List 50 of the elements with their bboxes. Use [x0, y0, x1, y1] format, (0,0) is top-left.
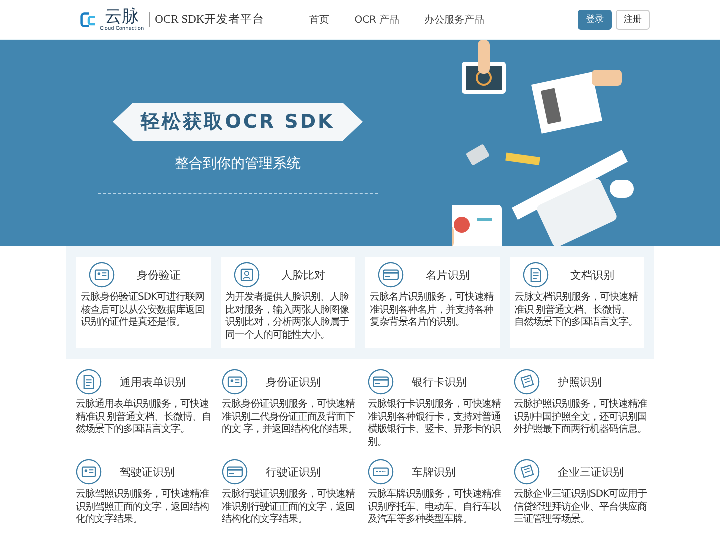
product-title: 身份验证 — [137, 268, 181, 282]
nav-link[interactable]: OCR 产品 — [354, 10, 400, 28]
product-description: 云脉文档识别服务，可快速精准识 别普通文档、长微博、自然场景下的多国语言文字。 — [514, 292, 639, 330]
product-description: 云脉车牌识别服务，可快速精准识别摩托车、电动车、自行车以及汽车等多种类型车牌。 — [368, 489, 502, 526]
card-icon — [222, 459, 248, 485]
logo-name: 云脉 — [105, 8, 140, 26]
product-card[interactable]: 文档识别 云脉文档识别服务，可快速精准识 别普通文档、长微博、自然场景下的多国语言文字。 — [510, 257, 644, 348]
product-description: 云脉名片识别服务，可快速精准识别各种名片，并支持各种复杂背景名片的识别。 — [370, 292, 494, 330]
license-plate-icon — [368, 459, 394, 485]
product-description: 云脉银行卡识别服务，可快速精准识别各种银行卡，支持对普通横版银行卡、竖卡、异形卡的识别。 — [368, 399, 502, 449]
register-button[interactable]: 注册 — [616, 10, 650, 30]
id-card-icon — [76, 459, 102, 485]
banner-title: 轻松获取OCR SDK — [113, 103, 363, 141]
product-title: 企业三证识别 — [558, 464, 624, 480]
product-title: 通用表单识别 — [120, 374, 186, 390]
product-card[interactable]: 名片识别 云脉名片识别服务，可快速精准识别各种名片，并支持各种复杂背景名片的识别。 — [365, 257, 500, 348]
card-icon — [378, 262, 404, 288]
passport-icon — [514, 369, 540, 395]
banner-subtitle: 整合到你的管理系统 — [175, 155, 301, 173]
document-icon — [522, 262, 548, 288]
login-button[interactable]: 登录 — [578, 10, 612, 30]
product-title: 护照识别 — [558, 374, 602, 390]
card-icon — [368, 369, 394, 395]
site-title: OCR SDK开发者平台 — [149, 12, 265, 27]
product-card[interactable]: 人脸比对 为开发者提供人脸识别、人脸比对服务，输入两张人脸图像识别比对，分析两张人脸属于同一个人的可能性大小。 — [220, 257, 355, 348]
product-description: 云脉驾照识别服务，可快速精准识别驾照正面的文字，返回结构化的文字结果。 — [76, 489, 210, 526]
product-card[interactable]: 身份验证 云脉身份验证SDK可进行联网核查后可以从公安数据库返回识别的证件是真还是假。 — [76, 257, 210, 348]
product-description: 云脉护照识别服务，可快速精准识别中国护照全文，还可识别国外护照最下面两行机器码信息。 — [514, 399, 648, 436]
nav-link[interactable]: 办公服务产品 — [424, 10, 485, 28]
product-title: 文档识别 — [570, 268, 614, 282]
product-title: 驾驶证识别 — [120, 464, 175, 480]
product-description: 云脉身份证识别服务，可快速精准识别二代身份证正面及背面下的文 字，并返回结构化的结果。 — [222, 399, 358, 436]
product-description: 云脉行驶证识别服务，可快速精准识别行驶证正面的文字，返回结构化的文字结果。 — [222, 489, 356, 526]
product-description: 云脉身份验证SDK可进行联网核查后可以从公安数据库返回识别的证件是真还是假。 — [81, 292, 206, 330]
product-title: 银行卡识别 — [412, 374, 467, 390]
nav-link[interactable]: 首页 — [310, 10, 330, 28]
product-description: 云脉企业三证识别SDK可应用于信贷经理拜访企业、平台供应商三证管理等场景。 — [514, 489, 648, 526]
person-icon — [234, 262, 260, 288]
product-description: 为开发者提供人脸识别、人脸比对服务，输入两张人脸图像识别比对，分析两张人脸属于同一个人的可能性大小。 — [226, 292, 350, 342]
product-title: 行驶证识别 — [266, 464, 321, 480]
id-card-icon — [89, 262, 115, 288]
logo-icon — [80, 10, 98, 28]
passport-icon — [514, 459, 540, 485]
product-title: 车牌识别 — [412, 464, 456, 480]
product-title: 人脸比对 — [282, 268, 326, 282]
product-title: 身份证识别 — [266, 374, 321, 390]
product-title: 名片识别 — [426, 268, 470, 282]
document-icon — [76, 369, 102, 395]
product-description: 云脉通用表单识别服务，可快速精准识 别普通文档、长微博、自然场景下的多国语言文字。 — [76, 399, 212, 436]
id-card-icon — [222, 369, 248, 395]
